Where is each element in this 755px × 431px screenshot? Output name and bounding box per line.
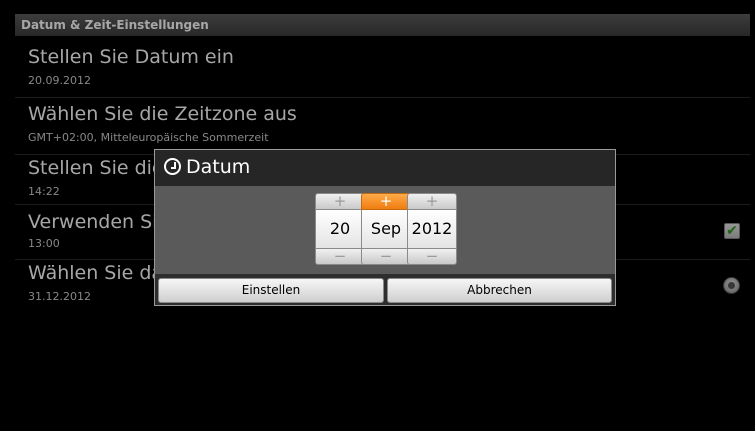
dialog-button-bar: Einstellen Abbrechen bbox=[155, 274, 615, 305]
day-value[interactable]: 20 bbox=[315, 210, 365, 248]
clock-icon bbox=[164, 158, 181, 175]
month-increment-button[interactable]: + bbox=[361, 193, 411, 210]
day-increment-button[interactable]: + bbox=[315, 193, 365, 210]
dialog-title: Datum bbox=[186, 156, 251, 178]
day-picker: + 20 − bbox=[315, 193, 365, 265]
date-dialog: Datum + 20 − + Sep − + 2012 − Einstellen… bbox=[154, 149, 616, 306]
dialog-header: Datum bbox=[155, 150, 615, 186]
year-picker: + 2012 − bbox=[407, 193, 457, 265]
year-value[interactable]: 2012 bbox=[407, 210, 457, 248]
year-decrement-button[interactable]: − bbox=[407, 248, 457, 265]
day-decrement-button[interactable]: − bbox=[315, 248, 365, 265]
set-button[interactable]: Einstellen bbox=[158, 278, 384, 303]
cancel-button[interactable]: Abbrechen bbox=[387, 278, 612, 303]
month-value[interactable]: Sep bbox=[361, 210, 411, 248]
settings-screen: Datum & Zeit-Einstellungen Stellen Sie D… bbox=[0, 0, 755, 431]
month-decrement-button[interactable]: − bbox=[361, 248, 411, 265]
month-picker: + Sep − bbox=[361, 193, 411, 265]
year-increment-button[interactable]: + bbox=[407, 193, 457, 210]
